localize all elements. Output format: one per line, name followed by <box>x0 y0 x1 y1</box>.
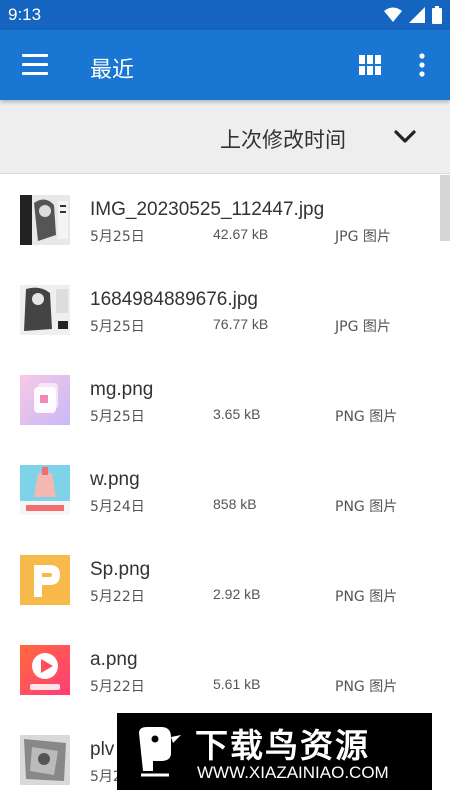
file-type: PNG 图片 <box>335 679 398 695</box>
signal-icon <box>409 7 425 23</box>
file-type: PNG 图片 <box>335 589 398 605</box>
image-thumbnail <box>20 285 70 335</box>
status-time: 9:13 <box>8 5 42 24</box>
file-name: plv <box>90 739 115 760</box>
file-size: 858 kB <box>213 496 257 512</box>
app-bar: 最近 <box>0 30 450 100</box>
image-thumbnail <box>20 465 70 515</box>
file-type: PNG 图片 <box>335 409 398 425</box>
file-name: mg.png <box>90 379 154 400</box>
file-size: 2.92 kB <box>213 586 261 602</box>
list-item[interactable]: Sp.png 5月22日 2.92 kB PNG 图片 <box>0 535 440 625</box>
image-thumbnail <box>20 195 70 245</box>
file-date: 5月25日 <box>90 229 145 245</box>
bird-logo-icon <box>139 727 181 777</box>
file-date: 5月24日 <box>90 499 145 515</box>
watermark-url: WWW.XIAZAINIAO.COM <box>197 763 389 782</box>
file-name: Sp.png <box>90 559 151 580</box>
grid-view-icon[interactable] <box>359 55 381 75</box>
image-thumbnail <box>20 375 70 425</box>
file-date: 5月22日 <box>90 589 145 605</box>
status-bar: 9:13 <box>0 0 450 30</box>
file-name: 1684984889676.jpg <box>90 289 259 310</box>
file-type: JPG 图片 <box>335 319 391 335</box>
file-type: JPG 图片 <box>335 229 391 245</box>
image-thumbnail <box>20 735 70 785</box>
file-name: w.png <box>90 469 140 490</box>
file-date: 5月22日 <box>90 679 145 695</box>
list-item[interactable]: w.png 5月24日 858 kB PNG 图片 <box>0 445 440 535</box>
watermark-title: 下载鸟资源 <box>195 726 370 765</box>
page-title: 最近 <box>90 58 135 83</box>
list-item[interactable]: mg.png 5月25日 3.65 kB PNG 图片 <box>0 355 440 445</box>
file-type: PNG 图片 <box>335 499 398 515</box>
file-name: a.png <box>90 649 138 670</box>
file-list: IMG_20230525_112447.jpg 5月25日 42.67 kB J… <box>0 175 440 800</box>
menu-icon[interactable] <box>22 54 48 76</box>
more-options-icon[interactable] <box>414 53 430 77</box>
wifi-icon <box>384 7 402 22</box>
image-thumbnail <box>20 645 70 695</box>
file-size: 42.67 kB <box>213 226 269 242</box>
file-date: 5月25日 <box>90 409 145 425</box>
battery-icon <box>432 6 442 24</box>
chevron-down-icon[interactable] <box>393 128 417 146</box>
file-size: 3.65 kB <box>213 406 261 422</box>
list-item[interactable]: a.png 5月22日 5.61 kB PNG 图片 <box>0 625 440 715</box>
file-size: 76.77 kB <box>213 316 269 332</box>
file-size: 5.61 kB <box>213 676 261 692</box>
sort-bar[interactable]: 上次修改时间 <box>0 100 450 174</box>
list-item[interactable]: IMG_20230525_112447.jpg 5月25日 42.67 kB J… <box>0 175 440 265</box>
watermark-banner: 下载鸟资源 WWW.XIAZAINIAO.COM <box>117 713 432 790</box>
scrollbar-thumb[interactable] <box>440 175 450 241</box>
image-thumbnail <box>20 555 70 605</box>
file-date: 5月25日 <box>90 319 145 335</box>
list-item[interactable]: 1684984889676.jpg 5月25日 76.77 kB JPG 图片 <box>0 265 440 355</box>
sort-label[interactable]: 上次修改时间 <box>220 124 346 154</box>
file-name: IMG_20230525_112447.jpg <box>90 199 325 220</box>
